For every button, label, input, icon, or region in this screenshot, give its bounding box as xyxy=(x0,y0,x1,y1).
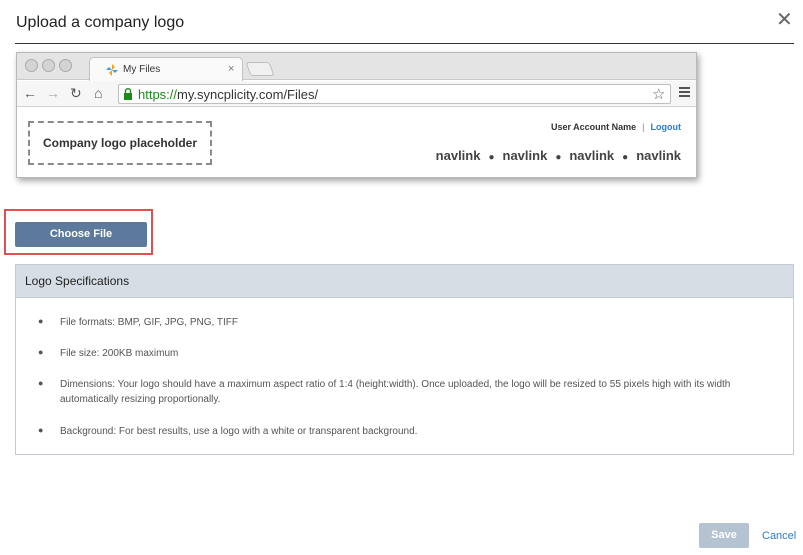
bullet-icon: ● xyxy=(38,347,44,357)
spec-item: File size: 200KB maximum xyxy=(60,348,179,359)
account-area: User Account Name | Logout xyxy=(551,122,681,132)
bullet-icon: ● xyxy=(38,378,44,388)
bookmark-star-icon: ☆ xyxy=(652,86,666,103)
browser-nav-row: ← → ↻ ⌂ https://my.syncplicity.com/Files… xyxy=(17,81,696,107)
browser-preview: My Files × ← → ↻ ⌂ https://my.syncplicit… xyxy=(16,52,697,178)
address-bar: https://my.syncplicity.com/Files/ ☆ xyxy=(118,84,671,104)
save-button[interactable]: Save xyxy=(699,523,749,548)
tab-strip: My Files × xyxy=(17,53,696,81)
choose-file-button[interactable]: Choose File xyxy=(15,222,147,247)
dialog-title: Upload a company logo xyxy=(16,14,185,31)
window-maximize-button-icon xyxy=(59,59,72,72)
forward-arrow-icon: → xyxy=(46,85,60,101)
navlink: navlink xyxy=(636,148,681,163)
tab-close-icon: × xyxy=(228,63,235,75)
browser-menu-icon xyxy=(679,87,690,97)
lock-icon xyxy=(124,88,132,100)
navlink: navlink xyxy=(569,148,615,163)
logo-specifications-panel: Logo Specifications ● File formats: BMP,… xyxy=(15,264,794,455)
spec-item: Dimensions: Your logo should have a maxi… xyxy=(60,379,731,405)
back-arrow-icon: ← xyxy=(23,85,37,101)
navlink-dot-icon: ● xyxy=(622,152,629,163)
new-tab-icon xyxy=(245,62,275,76)
url-path: my.syncplicity.com/Files/ xyxy=(177,87,319,102)
bullet-icon: ● xyxy=(38,425,44,435)
close-icon[interactable]: ✕ xyxy=(776,10,793,30)
cancel-link[interactable]: Cancel xyxy=(762,530,796,542)
url-text: https://my.syncplicity.com/Files/ xyxy=(138,87,318,102)
window-close-button-icon xyxy=(25,59,38,72)
window-minimize-button-icon xyxy=(42,59,55,72)
navlink: navlink xyxy=(435,148,481,163)
syncplicity-logo-icon xyxy=(106,64,118,76)
tab-label: My Files xyxy=(123,64,161,75)
spec-item: File formats: BMP, GIF, JPG, PNG, TIFF xyxy=(60,317,238,328)
reload-icon: ↻ xyxy=(70,85,82,101)
logout-link: Logout xyxy=(650,122,682,132)
navlink-dot-icon: ● xyxy=(555,152,562,163)
account-separator: | xyxy=(642,122,645,132)
browser-tab: My Files × xyxy=(89,57,243,81)
navlink: navlink xyxy=(502,148,548,163)
url-scheme: https:// xyxy=(138,87,178,102)
account-name: User Account Name xyxy=(550,122,637,132)
company-logo-placeholder: Company logo placeholder xyxy=(28,121,212,165)
navlinks: navlink ● navlink ● navlink ● navlink xyxy=(436,148,681,163)
navlink-dot-icon: ● xyxy=(488,152,495,163)
home-icon: ⌂ xyxy=(94,85,103,101)
specs-header: Logo Specifications xyxy=(16,265,793,298)
bullet-icon: ● xyxy=(38,316,44,326)
spec-item: Background: For best results, use a logo… xyxy=(60,426,418,437)
title-divider xyxy=(15,43,794,44)
